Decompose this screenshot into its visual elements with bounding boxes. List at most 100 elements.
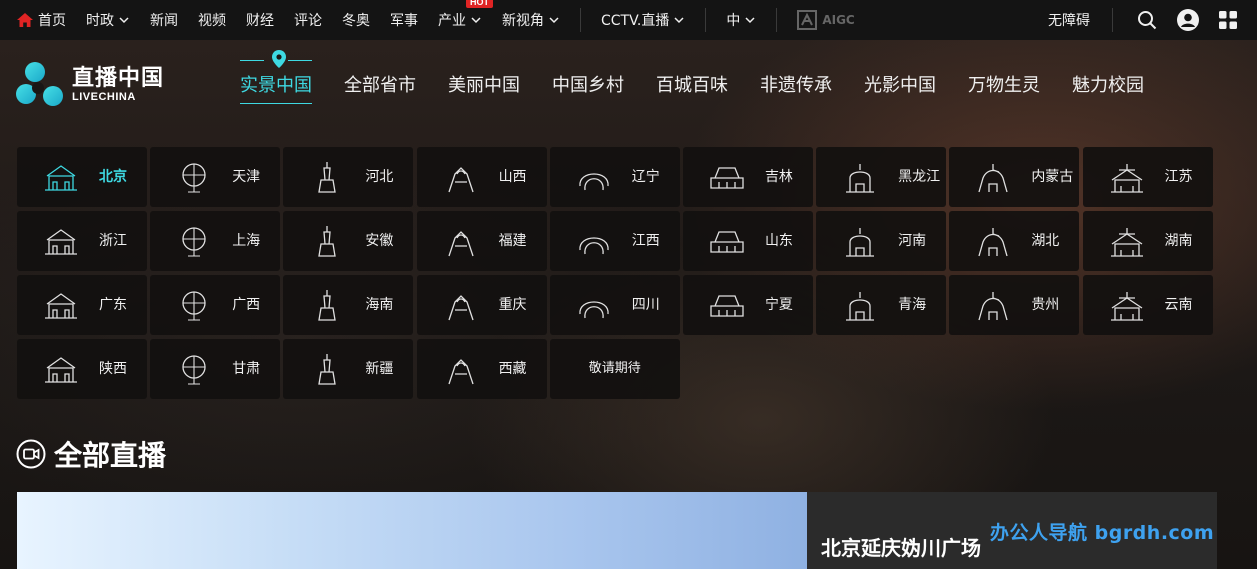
tab-all-creatures[interactable]: 万物生灵 — [968, 74, 1040, 104]
landmark-icon — [182, 291, 206, 321]
tab-beautiful-china[interactable]: 美丽中国 — [448, 74, 520, 104]
landmark-icon — [318, 290, 337, 321]
nav-winter-olympics[interactable]: 冬奥 — [342, 0, 370, 40]
chevron-down-icon — [745, 17, 755, 24]
province-item[interactable]: 广西 — [150, 275, 281, 335]
province-name: 湖南 — [1164, 233, 1193, 249]
province-item[interactable]: 海南 — [283, 275, 414, 335]
province-name: 黑龙江 — [898, 169, 941, 185]
province-item[interactable]: 河北 — [283, 147, 414, 207]
province-item[interactable]: 青海 — [816, 275, 947, 335]
province-item[interactable]: 吉林 — [682, 147, 813, 207]
province-item[interactable]: 江苏 — [1082, 147, 1213, 207]
nav-cctv-live-label: CCTV.直播 — [601, 13, 670, 29]
decoration-line — [288, 60, 312, 61]
province-item[interactable]: 甘肃 — [150, 339, 281, 399]
nav-cctv-live[interactable]: CCTV.直播 — [601, 0, 685, 40]
aigc-link[interactable]: AIGC — [797, 0, 855, 40]
language-selector[interactable]: 中 — [726, 0, 756, 40]
landmark-icon — [978, 292, 1008, 321]
province-item[interactable]: 黑龙江 — [816, 147, 947, 207]
province-name: 河北 — [365, 169, 394, 185]
tab-all-provinces[interactable]: 全部省市 — [344, 74, 416, 104]
province-item[interactable]: 辽宁 — [549, 147, 680, 207]
province-name: 上海 — [232, 233, 261, 249]
nav-military[interactable]: 军事 — [390, 0, 418, 40]
search-button[interactable] — [1137, 10, 1157, 30]
accessibility-link[interactable]: 无障碍 — [1048, 10, 1090, 30]
province-item[interactable]: 贵州 — [949, 275, 1080, 335]
tab-label: 中国乡村 — [552, 75, 624, 96]
landmark-icon — [447, 231, 474, 257]
province-item[interactable]: 重庆 — [416, 275, 547, 335]
province-name: 吉林 — [764, 169, 793, 185]
nav-home[interactable]: 首页 — [17, 0, 66, 40]
grid-icon — [1219, 11, 1237, 29]
province-name: 山西 — [498, 169, 527, 185]
chevron-down-icon — [549, 17, 559, 24]
province-item[interactable]: 山东 — [682, 211, 813, 271]
user-avatar-icon — [1177, 9, 1199, 31]
logo-title: 直播中国 — [72, 65, 165, 91]
province-item[interactable]: 上海 — [150, 211, 281, 271]
nav-new-perspective[interactable]: 新视角 — [502, 0, 560, 40]
province-name: 天津 — [232, 169, 261, 185]
coming-soon-label: 敬请期待 — [588, 361, 641, 376]
nav-industry[interactable]: 产业 HOT — [438, 0, 493, 40]
nav-news-label: 新闻 — [150, 13, 178, 29]
live-china-logo[interactable]: 直播中国 LIVECHINA — [16, 60, 164, 110]
chevron-down-icon — [119, 17, 129, 24]
tab-real-scene-china[interactable]: 实景中国 — [240, 50, 312, 104]
province-name: 四川 — [631, 297, 660, 313]
province-item[interactable]: 新疆 — [283, 339, 414, 399]
top-navigation-bar: 首页 时政 新闻 视频 财经 评论 冬奥 军事 产业 HOT 新视角 CCTV.… — [0, 0, 1257, 40]
province-item[interactable]: 湖南 — [1082, 211, 1213, 271]
nav-commentary[interactable]: 评论 — [294, 0, 322, 40]
tab-light-shadow-china[interactable]: 光影中国 — [864, 74, 936, 104]
province-item[interactable]: 宁夏 — [682, 275, 813, 335]
province-item[interactable]: 安徽 — [283, 211, 414, 271]
landmark-icon — [579, 301, 609, 319]
aigc-label: AIGC — [822, 13, 855, 27]
divider — [580, 8, 581, 32]
province-name: 广东 — [99, 297, 127, 313]
nav-politics[interactable]: 时政 — [86, 0, 130, 40]
province-item[interactable]: 河南 — [816, 211, 947, 271]
province-item[interactable]: 内蒙古 — [949, 147, 1080, 207]
landmark-icon — [846, 228, 875, 257]
tab-label: 百城百味 — [656, 75, 728, 96]
province-item[interactable]: 陕西 — [17, 339, 147, 399]
province-item[interactable]: 西藏 — [416, 339, 547, 399]
landmark-icon — [978, 164, 1008, 193]
province-name: 西藏 — [498, 361, 527, 377]
province-item[interactable]: 云南 — [1082, 275, 1213, 335]
user-button[interactable] — [1177, 9, 1199, 31]
landmark-icon — [45, 293, 77, 319]
tab-hundred-cities[interactable]: 百城百味 — [656, 74, 728, 104]
province-item[interactable]: 四川 — [549, 275, 680, 335]
tab-label: 万物生灵 — [968, 75, 1040, 96]
apps-menu-button[interactable] — [1219, 11, 1237, 29]
nav-news[interactable]: 新闻 — [150, 0, 178, 40]
province-item[interactable]: 湖北 — [949, 211, 1080, 271]
province-item[interactable]: 江西 — [549, 211, 680, 271]
landmark-icon — [846, 292, 875, 321]
tab-intangible-heritage[interactable]: 非遗传承 — [760, 74, 832, 104]
province-name: 江西 — [631, 233, 660, 249]
province-item[interactable]: 天津 — [150, 147, 281, 207]
province-item[interactable]: 浙江 — [17, 211, 147, 271]
tab-charming-campus[interactable]: 魅力校园 — [1072, 74, 1144, 104]
landmark-icon — [579, 173, 609, 191]
nav-politics-label: 时政 — [86, 13, 114, 29]
nav-video[interactable]: 视频 — [198, 0, 226, 40]
province-item[interactable]: 广东 — [17, 275, 147, 335]
hot-badge: HOT — [466, 0, 493, 8]
nav-finance[interactable]: 财经 — [246, 0, 274, 40]
province-name: 广西 — [232, 297, 261, 313]
tab-china-countryside[interactable]: 中国乡村 — [552, 74, 624, 104]
landmark-icon — [447, 295, 474, 321]
featured-live-video[interactable] — [17, 492, 807, 569]
province-item[interactable]: 山西 — [416, 147, 547, 207]
province-item[interactable]: 北京 — [17, 147, 147, 207]
province-item[interactable]: 福建 — [416, 211, 547, 271]
